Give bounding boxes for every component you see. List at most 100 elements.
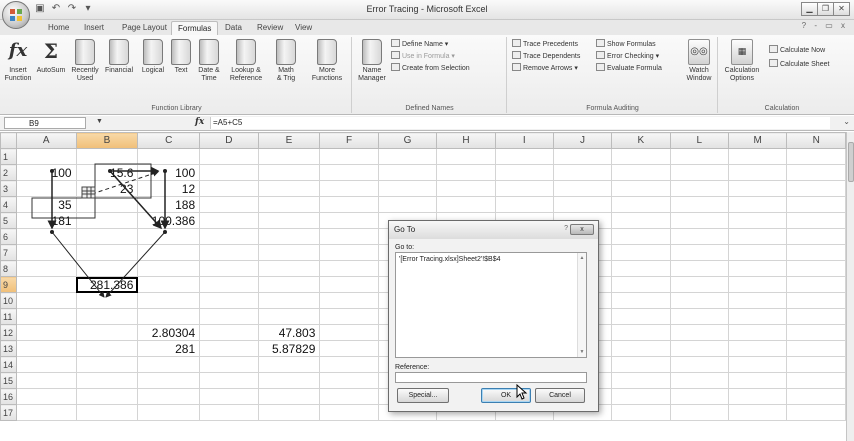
- cell-k2[interactable]: [611, 164, 671, 181]
- cell-c4[interactable]: 188: [137, 196, 201, 213]
- cell-f17[interactable]: [319, 404, 379, 421]
- cell-f4[interactable]: [319, 196, 379, 213]
- cell-e6[interactable]: [257, 228, 321, 245]
- cell-c2[interactable]: 100: [137, 164, 201, 181]
- cell-m5[interactable]: [727, 212, 788, 229]
- column-header-d[interactable]: D: [199, 132, 259, 149]
- restore-button[interactable]: ❐: [817, 2, 834, 16]
- cell-a15[interactable]: [15, 372, 77, 389]
- cell-e7[interactable]: [257, 244, 321, 261]
- cell-a7[interactable]: [15, 244, 77, 261]
- cell-b6[interactable]: [75, 228, 139, 245]
- cell-j4[interactable]: [552, 196, 613, 213]
- cell-m14[interactable]: [727, 356, 788, 373]
- cell-d8[interactable]: [199, 260, 259, 277]
- vertical-scrollbar[interactable]: [846, 132, 854, 441]
- tab-view[interactable]: View: [289, 21, 318, 35]
- tab-page-layout[interactable]: Page Layout: [116, 21, 173, 35]
- cell-e8[interactable]: [257, 260, 321, 277]
- cell-e16[interactable]: [257, 388, 321, 405]
- cell-c10[interactable]: [137, 292, 201, 309]
- cell-l16[interactable]: [669, 388, 729, 405]
- cell-k5[interactable]: [611, 212, 671, 229]
- cell-k15[interactable]: [611, 372, 671, 389]
- cell-a2[interactable]: 100: [15, 164, 77, 181]
- cell-b9[interactable]: 281.386: [75, 276, 139, 293]
- goto-list-item[interactable]: '[Error Tracing.xlsx]Sheet2'!$B$4: [399, 256, 501, 263]
- row-header-12[interactable]: 12: [0, 324, 17, 341]
- cell-c14[interactable]: [137, 356, 201, 373]
- row-header-3[interactable]: 3: [0, 180, 17, 197]
- cell-h2[interactable]: [436, 164, 496, 181]
- cell-b7[interactable]: [75, 244, 139, 261]
- cell-b16[interactable]: [75, 388, 139, 405]
- cell-k13[interactable]: [611, 340, 671, 357]
- cell-i1[interactable]: [494, 148, 554, 165]
- column-header-l[interactable]: L: [669, 132, 729, 149]
- cell-l7[interactable]: [669, 244, 729, 261]
- column-header-e[interactable]: E: [257, 132, 321, 149]
- column-header-g[interactable]: G: [377, 132, 438, 149]
- cell-e3[interactable]: [257, 180, 321, 197]
- cell-l2[interactable]: [669, 164, 729, 181]
- cell-l10[interactable]: [669, 292, 729, 309]
- goto-reference-list[interactable]: '[Error Tracing.xlsx]Sheet2'!$B$4 ▲ ▼: [395, 252, 587, 358]
- cell-l3[interactable]: [669, 180, 729, 197]
- cell-l14[interactable]: [669, 356, 729, 373]
- cell-l1[interactable]: [669, 148, 729, 165]
- goto-list-scrollbar[interactable]: ▲ ▼: [577, 253, 586, 357]
- cell-n9[interactable]: [786, 276, 846, 293]
- cell-d11[interactable]: [199, 308, 259, 325]
- cell-k12[interactable]: [611, 324, 671, 341]
- cell-l12[interactable]: [669, 324, 729, 341]
- cell-a16[interactable]: [15, 388, 77, 405]
- cell-a10[interactable]: [15, 292, 77, 309]
- cell-b4[interactable]: [75, 196, 139, 213]
- cell-b1[interactable]: [75, 148, 139, 165]
- column-header-b[interactable]: B: [75, 132, 139, 149]
- cell-b12[interactable]: [75, 324, 139, 341]
- cell-l6[interactable]: [669, 228, 729, 245]
- cell-b13[interactable]: [75, 340, 139, 357]
- cell-d9[interactable]: [199, 276, 259, 293]
- name-box[interactable]: B9: [4, 117, 86, 129]
- cell-d7[interactable]: [199, 244, 259, 261]
- row-header-15[interactable]: 15: [0, 372, 17, 389]
- cell-d2[interactable]: [199, 164, 259, 181]
- row-header-8[interactable]: 8: [0, 260, 17, 277]
- remove-arrows-button[interactable]: Remove Arrows ▾: [512, 63, 578, 74]
- cell-a8[interactable]: [15, 260, 77, 277]
- define-name-button[interactable]: Define Name ▾: [391, 39, 448, 50]
- show-formulas-button[interactable]: Show Formulas: [596, 39, 656, 50]
- cell-d4[interactable]: [199, 196, 259, 213]
- watch-window-button[interactable]: ◎◎ Watch Window: [684, 39, 714, 83]
- cell-n14[interactable]: [786, 356, 846, 373]
- cell-j1[interactable]: [552, 148, 613, 165]
- date-time-button[interactable]: Date & Time: [194, 39, 224, 83]
- cell-f13[interactable]: [319, 340, 379, 357]
- cell-k14[interactable]: [611, 356, 671, 373]
- cell-f7[interactable]: [319, 244, 379, 261]
- cell-l13[interactable]: [669, 340, 729, 357]
- cell-b10[interactable]: [75, 292, 139, 309]
- row-header-7[interactable]: 7: [0, 244, 17, 261]
- cell-e5[interactable]: [257, 212, 321, 229]
- column-header-j[interactable]: J: [552, 132, 613, 149]
- cell-m16[interactable]: [727, 388, 788, 405]
- cell-n13[interactable]: [786, 340, 846, 357]
- column-header-c[interactable]: C: [137, 132, 201, 149]
- cell-n15[interactable]: [786, 372, 846, 389]
- cell-n12[interactable]: [786, 324, 846, 341]
- cell-f14[interactable]: [319, 356, 379, 373]
- cell-c1[interactable]: [137, 148, 201, 165]
- row-header-16[interactable]: 16: [0, 388, 17, 405]
- cell-n4[interactable]: [786, 196, 846, 213]
- row-header-1[interactable]: 1: [0, 148, 17, 165]
- cell-a9[interactable]: [15, 276, 77, 293]
- minimize-button[interactable]: ▁: [801, 2, 818, 16]
- logical-button[interactable]: Logical: [138, 39, 168, 75]
- cell-k3[interactable]: [611, 180, 671, 197]
- tab-insert[interactable]: Insert: [78, 21, 110, 35]
- cell-d14[interactable]: [199, 356, 259, 373]
- cell-m6[interactable]: [727, 228, 788, 245]
